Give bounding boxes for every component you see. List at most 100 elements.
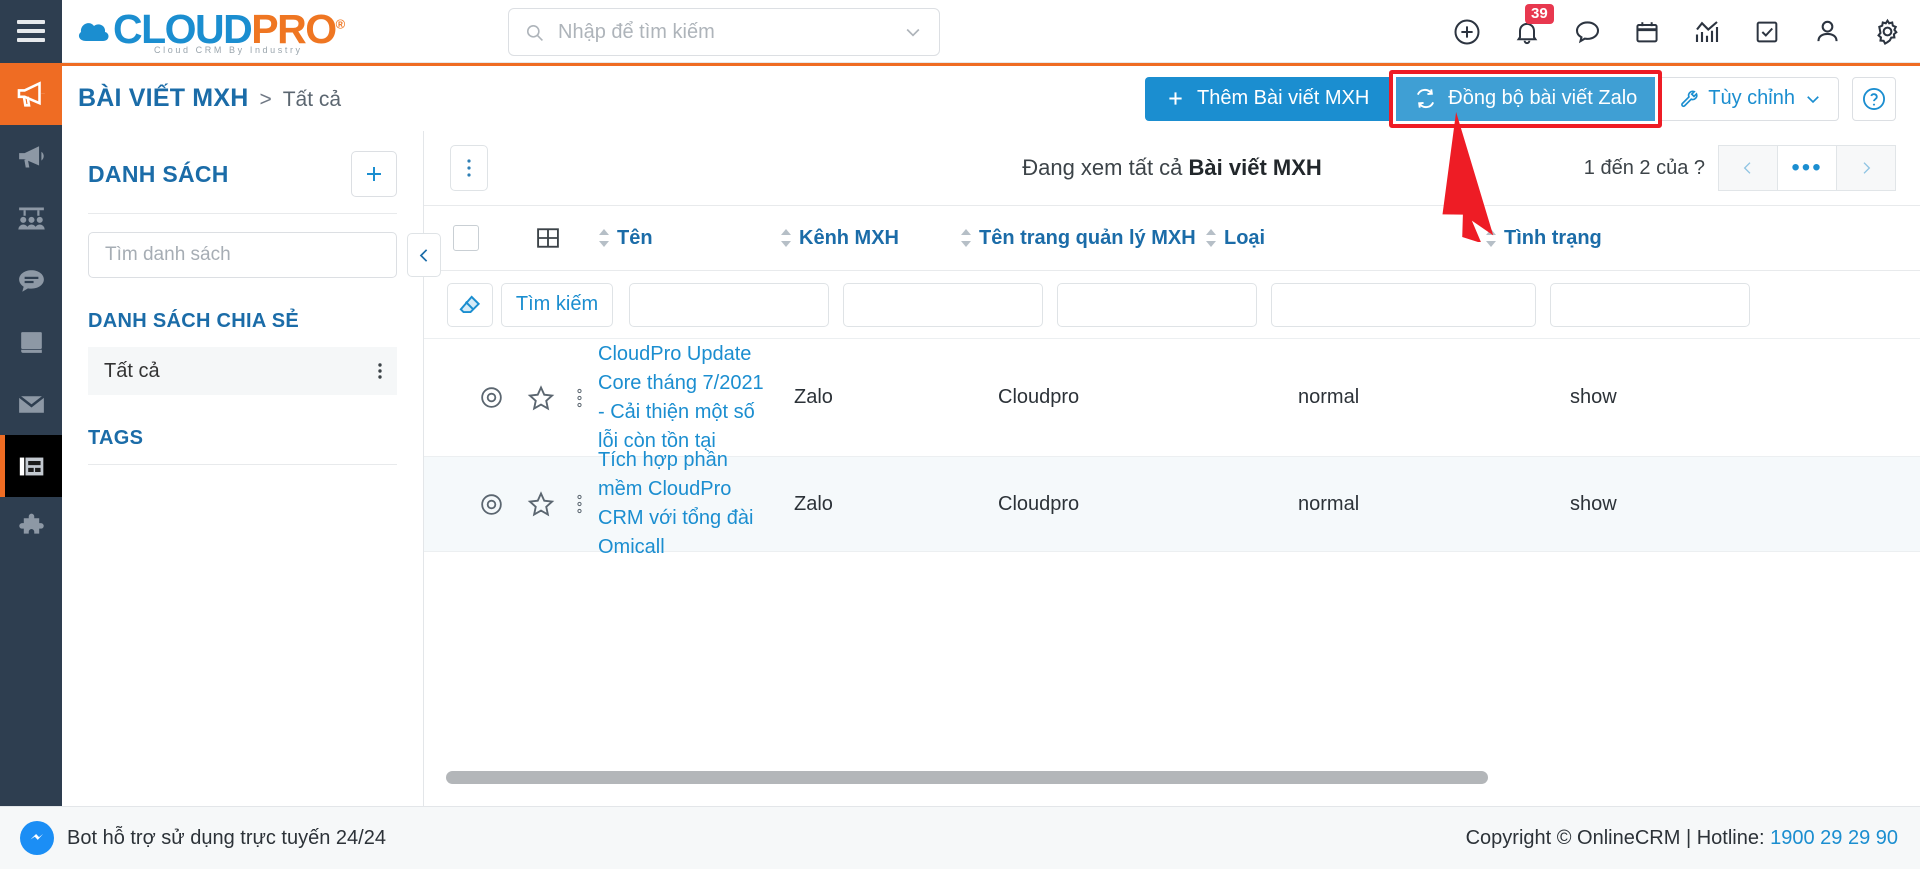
view-title: Đang xem tất cả Bài viết MXH [1022,155,1322,181]
kebab-menu-icon [467,159,471,177]
column-header-tinh-trang[interactable]: Tình trạng [1485,227,1685,250]
star-favorite-icon[interactable] [527,490,555,518]
rail-item-addons[interactable] [0,497,62,559]
rail-item-social-post[interactable] [0,435,62,497]
shared-lists-title: DANH SÁCH CHIA SẺ [88,310,300,332]
messenger-icon [20,821,54,855]
table-row[interactable]: Tích hợp phần mềm CloudPro CRM với tổng … [424,449,1920,558]
filter-input-ten-trang[interactable] [1057,282,1257,327]
sync-refresh-icon [1417,88,1435,109]
pagination-buttons: ••• [1718,145,1896,191]
top-header: CLOUDPRO® Cloud CRM By Industry Nhập để … [0,0,1920,63]
hotline-number[interactable]: 1900 29 29 90 [1770,827,1898,849]
column-header-loai[interactable]: Loại [1205,227,1485,250]
row-action-icons [424,384,598,412]
shared-list-item-all[interactable]: Tất cả [88,347,397,395]
pagination-prev-button[interactable] [1718,145,1778,191]
user-profile-icon[interactable] [1812,17,1842,47]
campaign-megaphone-icon [17,81,45,107]
global-search-input[interactable]: Nhập để tìm kiếm [508,8,940,56]
cloudpro-logo[interactable]: CLOUDPRO® Cloud CRM By Industry [76,0,345,63]
row-kebab-menu-icon[interactable] [577,387,582,409]
add-circle-icon[interactable] [1452,17,1482,47]
row-action-icons [424,490,598,518]
star-favorite-icon[interactable] [527,384,555,412]
filter-input-ten[interactable] [629,282,829,327]
filter-input-tinh-trang[interactable] [1550,282,1750,327]
add-social-post-button[interactable]: Thêm Bài viết MXH [1145,76,1390,121]
rail-item-library[interactable] [0,311,62,373]
sort-arrows-icon [781,229,791,247]
table-body: CloudPro Update Core tháng 7/2021 - Cải … [424,339,1920,558]
collapse-list-panel-button[interactable] [407,233,441,277]
breadcrumb-main[interactable]: BÀI VIẾT MXH [78,84,248,113]
breadcrumb-sub[interactable]: Tất cả [283,88,341,112]
add-list-button[interactable] [351,151,397,197]
support-bot-link[interactable]: Bot hỗ trợ sử dụng trực tuyến 24/24 [20,821,386,855]
email-envelope-icon [17,394,45,413]
sync-zalo-posts-button[interactable]: Đồng bộ bài viết Zalo [1396,76,1656,121]
chevron-left-icon [1743,162,1751,174]
filter-input-kenh-mxh[interactable] [843,282,1043,327]
task-checkbox-icon[interactable] [1752,17,1782,47]
pagination-more-button[interactable]: ••• [1777,145,1837,191]
pagination-label: 1 đến 2 của ? [1583,156,1705,179]
cloud-logo-icon [78,22,109,41]
plus-icon [1169,92,1182,105]
sync-button-highlight-wrapper: Đồng bộ bài viết Zalo [1389,69,1663,128]
list-panel-divider [88,213,397,214]
kebab-menu-icon[interactable] [377,359,383,383]
row-status: show [1570,386,1617,408]
marketing-megaphone-icon [18,145,44,167]
rail-item-audience[interactable] [0,187,62,249]
column-header-kenh-mxh[interactable]: Kênh MXH [780,227,960,250]
eye-preview-icon[interactable] [478,491,505,518]
calendar-icon[interactable] [1632,17,1662,47]
rail-item-chat[interactable] [0,249,62,311]
breadcrumb-action-bar: BÀI VIẾT MXH > Tất cả Thêm Bài viết MXH … [62,63,1920,131]
select-all-cell [434,225,498,251]
filter-input-loai[interactable] [1271,282,1536,327]
horizontal-scrollbar[interactable] [424,766,1920,788]
clear-filters-button[interactable] [447,282,493,327]
settings-gear-icon[interactable] [1872,17,1902,47]
logo-wordmark: CLOUDPRO® [113,8,345,49]
column-header-label: Tên [617,226,653,249]
puzzle-addon-icon [18,513,44,534]
pagination-next-button[interactable] [1836,145,1896,191]
rail-item-email[interactable] [0,373,62,435]
notification-bell-icon[interactable]: 39 [1512,3,1554,47]
filter-search-button[interactable]: Tìm kiếm [501,282,613,327]
row-kebab-menu-icon[interactable] [577,493,582,515]
column-header-label: Tên trang quản lý MXH [979,226,1196,249]
rail-item-campaign[interactable] [0,63,62,125]
customize-button[interactable]: Tùy chỉnh [1661,76,1839,121]
chevron-left-icon [419,248,427,262]
footer-bar: Bot hỗ trợ sử dụng trực tuyến 24/24 Copy… [0,806,1920,869]
rail-item-marketing[interactable] [0,125,62,187]
help-button[interactable] [1852,76,1896,121]
row-name-link[interactable]: CloudPro Update Core tháng 7/2021 - Cải … [598,340,794,456]
sort-arrows-icon [961,229,971,247]
list-search-input[interactable]: Tìm danh sách [88,232,397,278]
add-social-post-label: Thêm Bài viết MXH [1197,87,1370,109]
grid-view-toggle[interactable] [498,224,598,252]
column-header-ten-trang[interactable]: Tên trang quản lý MXH [960,227,1205,250]
chat-bubble-icon[interactable] [1572,17,1602,47]
eraser-clear-icon [459,294,481,313]
select-all-checkbox[interactable] [453,225,479,251]
eye-preview-icon[interactable] [478,384,505,411]
column-header-ten[interactable]: Tên [598,227,780,250]
sort-arrows-icon [1486,229,1496,247]
tags-title: TAGS [88,427,144,449]
row-page-name: Cloudpro [998,492,1080,515]
table-toolbar: Đang xem tất cả Bài viết MXH 1 đến 2 của… [424,131,1920,205]
hamburger-menu-button[interactable] [0,0,62,63]
analytics-chart-icon[interactable] [1692,17,1722,47]
row-name-link[interactable]: Tích hợp phần mềm CloudPro CRM với tổng … [598,446,794,562]
table-row[interactable]: CloudPro Update Core tháng 7/2021 - Cải … [424,339,1920,457]
chevron-down-icon[interactable] [903,22,923,42]
table-options-button[interactable] [450,145,488,191]
pagination: 1 đến 2 của ? ••• [1584,145,1896,191]
horizontal-scrollbar-thumb[interactable] [446,770,1488,784]
